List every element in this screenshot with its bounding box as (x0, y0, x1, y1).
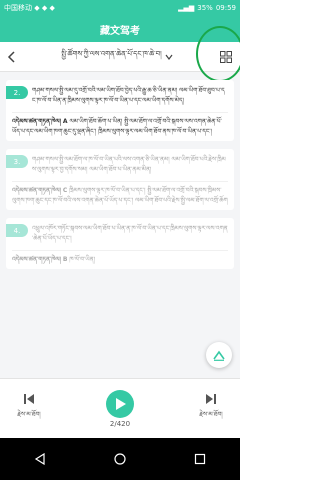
question-card[interactable]: 4. འཕྲུལ་འཁོར་གཏོང་སྐབས་ལམ་ཡིག་ཐོབ་པ་ཡིན… (6, 218, 234, 269)
answer-label: འདེམས་ཚན་གཏན་ཁེལ། (12, 187, 61, 194)
font-size-button[interactable] (206, 342, 232, 368)
status-right: ▂▄▆ 35% 09:59 (178, 4, 236, 12)
status-bar: 中国移动 ◆ ◆ ◆ ▂▄▆ 35% 09:59 (0, 0, 240, 16)
play-group: 2/420 (106, 389, 134, 428)
answer-label: འདེམས་ཚན་གཏན་ཁེལ། (12, 256, 61, 263)
answer-label: འདེམས་ཚན་གཏན་ཁེལ། (12, 118, 61, 125)
question-number: 3. (6, 155, 28, 168)
answer-text: ཁ་ལོ་བ་ཡིན། (69, 256, 95, 263)
answer-value: C (62, 187, 68, 194)
clock: 09:59 (215, 4, 236, 12)
question-text: གཤམ་གསལ་སྤྱི་ལམ་ཐོག་ལ་ཁ་ལོ་བ་ཡིན་པའི་ལས་… (32, 156, 226, 173)
skip-next-icon (206, 393, 216, 404)
skip-previous-icon (24, 393, 34, 404)
next-label: རྗེས་མ་ཐོབ། (199, 410, 223, 418)
question-header: 4. འཕྲུལ་འཁོར་གཏོང་སྐབས་ལམ་ཡིག་ཐོབ་པ་ཡིན… (6, 224, 228, 244)
back-button[interactable] (0, 42, 22, 72)
carrier-label: 中国移动 ◆ ◆ ◆ (4, 4, 55, 12)
pen-icon (213, 350, 225, 361)
chevron-left-icon (7, 50, 15, 63)
play-button[interactable] (106, 389, 134, 418)
chevron-down-icon (165, 54, 173, 60)
play-icon (115, 397, 126, 410)
chapter-label: སྤྱི་ཚོགས་ཀྱི་ལས་འགན་ཆེན་པོ་དང་ཁ་ཆེ་བ། (61, 50, 162, 58)
back-triangle-icon[interactable] (34, 453, 46, 465)
home-circle-icon[interactable] (114, 453, 126, 465)
progress-counter: 2/420 (109, 419, 131, 428)
prev-button[interactable]: རྗེས་མ་ཐོབ། (4, 393, 54, 425)
system-nav-bar (0, 438, 240, 480)
sub-header: སྤྱི་ཚོགས་ཀྱི་ལས་འགན་ཆེན་པོ་དང་ཁ་ཆེ་བ། (0, 42, 240, 72)
answer-block: འདེམས་ཚན་གཏན་ཁེལ། A ལམ་ཡིག་ཐོབ་ཆོག་པ་ཡིན… (12, 112, 228, 137)
question-header: 2. གཤམ་གསལ་སྤྱི་ལམ་དུ་འགྲོ་བའི་ལམ་ཡིག་ཐོ… (6, 86, 228, 106)
question-card[interactable]: 2. གཤམ་གསལ་སྤྱི་ལམ་དུ་འགྲོ་བའི་ལམ་ཡིག་ཐོ… (6, 80, 234, 141)
app-root: 中国移动 ◆ ◆ ◆ ▂▄▆ 35% 09:59 藏文驾考 སྤྱི་ཚོགས་… (0, 0, 240, 480)
question-text: གཤམ་གསལ་སྤྱི་ལམ་དུ་འགྲོ་བའི་ལམ་ཡིག་ཐོབ་བ… (32, 87, 225, 104)
app-title: 藏文驾考 (100, 25, 140, 37)
signal-icon: ▂▄▆ (178, 4, 195, 12)
answer-block: འདེམས་ཚན་གཏན་ཁེལ། B ཁ་ལོ་བ་ཡིན། (12, 250, 228, 265)
question-grid-button[interactable] (212, 42, 240, 72)
answer-value: A (62, 118, 68, 125)
chapter-dropdown[interactable]: སྤྱི་ཚོགས་ཀྱི་ལས་འགན་ཆེན་པོ་དང་ཁ་ཆེ་བ། (22, 47, 212, 66)
recents-square-icon[interactable] (194, 453, 206, 465)
answer-block: འདེམས་ཚན་གཏན་ཁེལ། C ཁྲིམས་ལུགས་ལྟར་ཁ་ལོ་… (12, 181, 228, 206)
next-button[interactable]: རྗེས་མ་ཐོབ། (186, 393, 236, 425)
question-number: 4. (6, 224, 28, 237)
question-header: 3. གཤམ་གསལ་སྤྱི་ལམ་ཐོག་ལ་ཁ་ལོ་བ་ཡིན་པའི་… (6, 155, 228, 175)
title-bar: 藏文驾考 (0, 16, 240, 42)
question-list[interactable]: 2. གཤམ་གསལ་སྤྱི་ལམ་དུ་འགྲོ་བའི་ལམ་ཡིག་ཐོ… (0, 72, 240, 378)
question-text: འཕྲུལ་འཁོར་གཏོང་སྐབས་ལམ་ཡིག་ཐོབ་པ་ཡིན་ན་… (32, 225, 228, 242)
question-number: 2. (6, 86, 28, 99)
grid-icon (220, 50, 232, 63)
answer-value: B (62, 256, 68, 263)
question-card[interactable]: 3. གཤམ་གསལ་སྤྱི་ལམ་ཐོག་ལ་ཁ་ལོ་བ་ཡིན་པའི་… (6, 149, 234, 210)
prev-label: རྗེས་མ་ཐོབ། (17, 410, 41, 418)
player-bar: རྗེས་མ་ཐོབ། 2/420 རྗེས་མ་ཐོབ། (0, 378, 240, 438)
battery-percent: 35% (197, 4, 213, 12)
